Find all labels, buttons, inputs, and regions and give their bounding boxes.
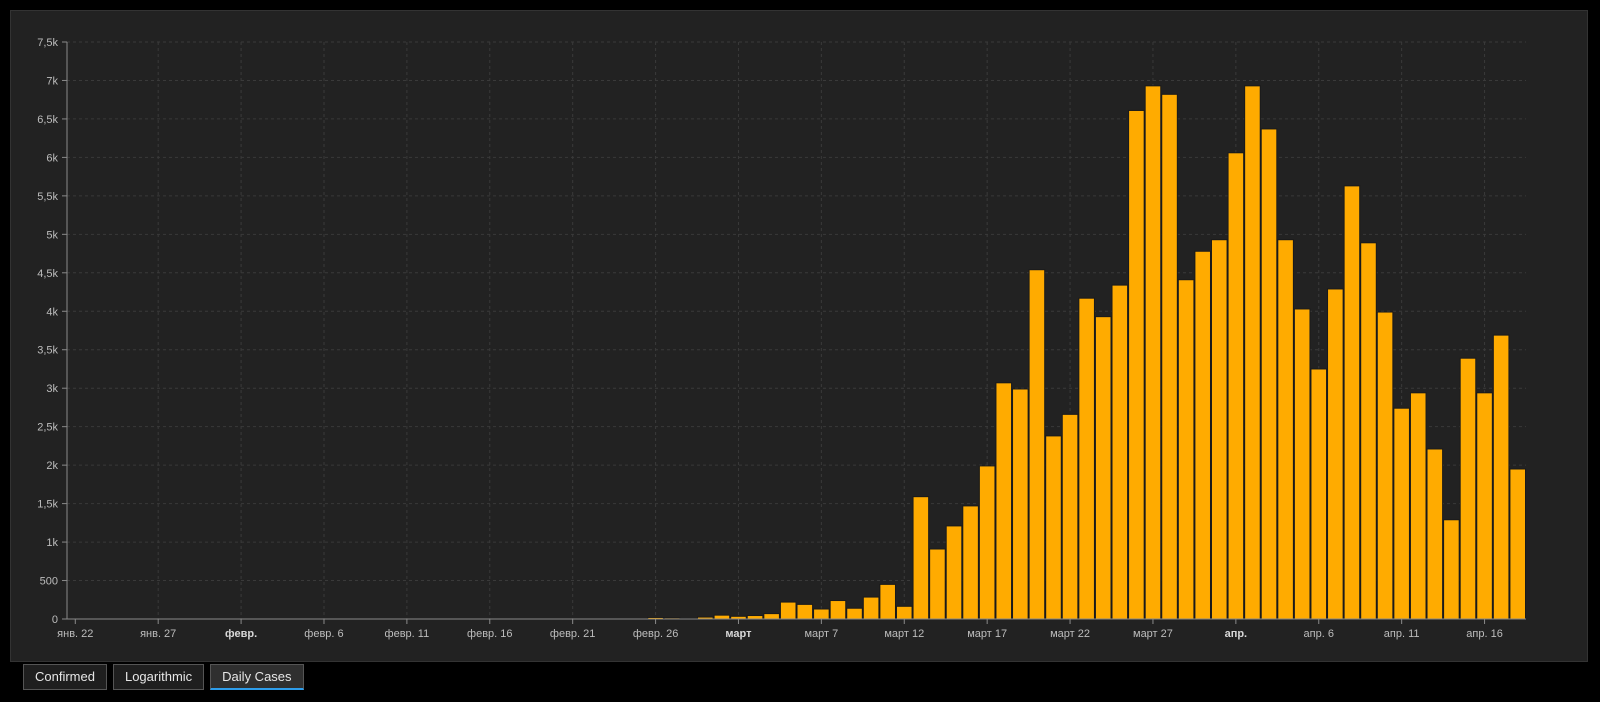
- y-tick-label: 7,5k: [37, 37, 58, 49]
- x-tick-label: март 27: [1133, 628, 1173, 640]
- y-tick-label: 500: [40, 576, 58, 588]
- bar[interactable]: [779, 601, 797, 620]
- x-tick-label: март 17: [967, 628, 1007, 640]
- bar[interactable]: [1028, 269, 1046, 620]
- y-tick-label: 2k: [46, 460, 58, 472]
- bar[interactable]: [829, 600, 847, 620]
- bar[interactable]: [846, 607, 863, 620]
- y-tick-label: 1,5k: [37, 499, 58, 511]
- bar[interactable]: [763, 613, 780, 620]
- y-tick-label: 6,5k: [37, 114, 58, 126]
- bar[interactable]: [1409, 392, 1427, 620]
- x-tick-label: февр.: [225, 628, 257, 640]
- bar[interactable]: [1244, 85, 1261, 620]
- x-tick-label: февр. 21: [550, 628, 595, 640]
- bar-series: [647, 85, 1526, 620]
- bar[interactable]: [879, 583, 896, 620]
- x-tick-label: февр. 26: [633, 628, 678, 640]
- x-tick-label: апр.: [1225, 628, 1248, 640]
- x-tick-label: янв. 27: [140, 628, 176, 640]
- bar[interactable]: [1144, 85, 1162, 620]
- bar[interactable]: [1227, 152, 1245, 620]
- bar[interactable]: [962, 505, 979, 620]
- bar[interactable]: [1426, 448, 1444, 620]
- bar[interactable]: [1177, 279, 1195, 620]
- bar[interactable]: [1210, 239, 1228, 620]
- y-tick-label: 1k: [46, 537, 58, 549]
- x-tick-label: февр. 16: [467, 628, 512, 640]
- tab-logarithmic[interactable]: Logarithmic: [112, 664, 205, 690]
- bar[interactable]: [1293, 308, 1311, 620]
- x-tick-labels: янв. 22 янв. 27 февр. февр. 6 февр. 11 февр. …: [57, 628, 1503, 640]
- bar[interactable]: [1476, 392, 1493, 620]
- bar[interactable]: [1078, 297, 1095, 620]
- bar[interactable]: [1111, 284, 1129, 620]
- bar[interactable]: [1376, 311, 1394, 620]
- x-tick-label: янв. 22: [57, 628, 93, 640]
- bar[interactable]: [813, 608, 830, 620]
- y-tick-label: 2,5k: [37, 422, 58, 434]
- bar[interactable]: [1509, 468, 1526, 620]
- y-tick-label: 3k: [46, 383, 58, 395]
- y-tick-label: 0: [52, 614, 58, 626]
- y-tick-label: 5k: [46, 229, 58, 241]
- x-tick-label: февр. 11: [385, 628, 430, 640]
- bar[interactable]: [1327, 288, 1344, 620]
- chart-panel: 0 500 1k 1,5k 2k 2,5k 3k 3,5k 4k 4,5k 5k 5,5k 6k 6,5k…: [10, 10, 1588, 662]
- x-tick-label: март 7: [804, 628, 838, 640]
- bar[interactable]: [1094, 316, 1112, 620]
- x-tick-label: апр. 16: [1466, 628, 1503, 640]
- x-tick-label: март 22: [1050, 628, 1090, 640]
- x-tick-label: март: [725, 628, 752, 640]
- chart-mode-tabs: Confirmed Logarithmic Daily Cases: [23, 664, 304, 690]
- bar[interactable]: [1045, 435, 1062, 620]
- bar[interactable]: [912, 496, 930, 620]
- bar[interactable]: [1128, 109, 1145, 620]
- bar[interactable]: [929, 548, 946, 620]
- bar[interactable]: [1161, 93, 1178, 620]
- bar[interactable]: [1443, 519, 1460, 620]
- bar[interactable]: [862, 596, 880, 620]
- y-tick-label: 4k: [46, 306, 58, 318]
- y-tick-label: 4,5k: [37, 268, 58, 280]
- bar[interactable]: [1260, 128, 1278, 620]
- bar[interactable]: [1360, 242, 1377, 620]
- bar[interactable]: [1012, 388, 1029, 620]
- bar[interactable]: [713, 614, 731, 620]
- bar[interactable]: [945, 525, 963, 620]
- bar[interactable]: [995, 382, 1013, 620]
- bar[interactable]: [746, 615, 764, 620]
- bar[interactable]: [1310, 368, 1328, 620]
- y-tick-labels: 0 500 1k 1,5k 2k 2,5k 3k 3,5k 4k 4,5k 5k 5,5k 6k 6,5k…: [37, 37, 58, 626]
- y-tick-label: 5,5k: [37, 191, 58, 203]
- tab-confirmed[interactable]: Confirmed: [23, 664, 107, 690]
- bar[interactable]: [1194, 250, 1211, 620]
- bar[interactable]: [1061, 413, 1079, 620]
- bar[interactable]: [978, 465, 996, 620]
- daily-cases-chart: 0 500 1k 1,5k 2k 2,5k 3k 3,5k 4k 4,5k 5k 5,5k 6k 6,5k…: [37, 37, 1526, 640]
- bar[interactable]: [1343, 185, 1361, 620]
- x-tick-label: апр. 11: [1384, 628, 1420, 640]
- y-tick-label: 7k: [46, 75, 58, 87]
- bar[interactable]: [1393, 407, 1410, 620]
- y-tick-label: 6k: [46, 152, 58, 164]
- bar[interactable]: [895, 605, 913, 620]
- bar[interactable]: [796, 603, 814, 620]
- x-tick-label: апр. 6: [1304, 628, 1334, 640]
- bar[interactable]: [1459, 357, 1477, 620]
- x-tick-label: февр. 6: [304, 628, 343, 640]
- y-tick-label: 3,5k: [37, 345, 58, 357]
- tab-daily-cases[interactable]: Daily Cases: [210, 664, 304, 690]
- bar[interactable]: [1492, 334, 1510, 620]
- x-tick-label: март 12: [884, 628, 924, 640]
- bar[interactable]: [1277, 239, 1294, 620]
